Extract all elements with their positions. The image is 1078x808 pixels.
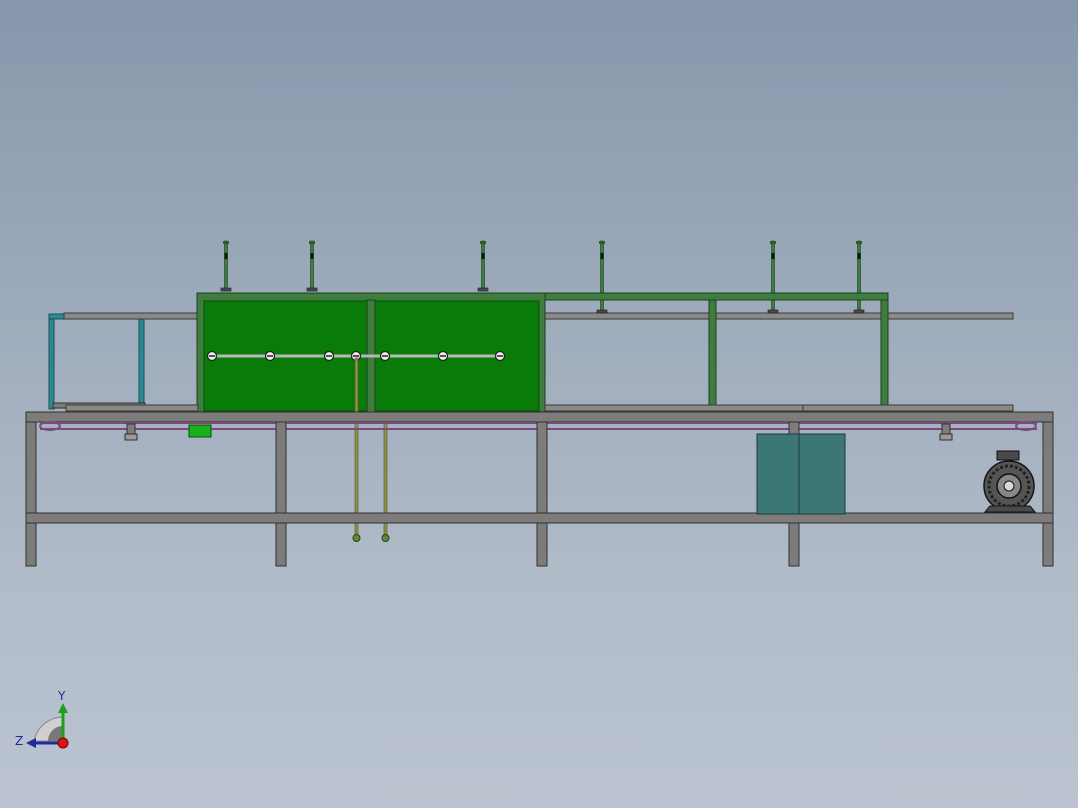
table-top-beam (25, 411, 1054, 423)
machine-model[interactable]: Y Z (0, 0, 1078, 808)
z-axis-arrowhead-icon (26, 738, 36, 748)
top-sensor-icon (853, 240, 865, 314)
table-leg (275, 421, 287, 567)
table-leg (25, 421, 37, 567)
washing-tank (196, 292, 546, 413)
table-leg (1042, 421, 1054, 567)
triad-y-label: Y (57, 689, 66, 703)
table-legs (25, 421, 1054, 567)
orientation-triad[interactable]: Y Z (15, 689, 69, 749)
top-sensor-icon (477, 240, 489, 292)
upper-guide-rail-right (544, 312, 1014, 320)
electric-motor-icon (983, 450, 1037, 513)
top-sensor-icon (306, 240, 318, 292)
top-sensor-icon (596, 240, 608, 314)
upper-guide-rail-left (63, 312, 199, 320)
electrical-cabinet (756, 433, 846, 515)
green-sensor-box (188, 424, 212, 438)
lower-cross-beam (25, 512, 1054, 524)
cad-viewport[interactable]: Y Z (0, 0, 1078, 808)
idler-roller-icon (939, 423, 953, 441)
top-sensor-icon (767, 240, 779, 314)
x-axis-icon (57, 737, 69, 749)
top-sensor-icon (220, 240, 232, 292)
table-leg (536, 421, 548, 567)
triad-z-label: Z (15, 734, 23, 748)
idler-roller-icon (124, 423, 138, 441)
left-rail-frame (48, 313, 146, 410)
y-axis-arrowhead-icon (58, 703, 68, 713)
